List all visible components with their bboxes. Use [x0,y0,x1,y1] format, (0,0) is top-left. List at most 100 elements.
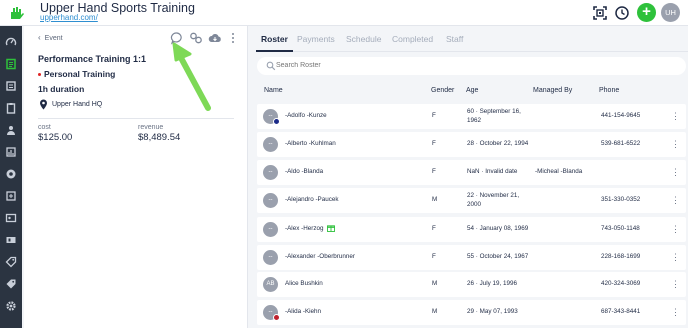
client-name: -Alida -Kiehn [285,308,322,315]
client-name: -Alejandro -Paucek [285,196,339,203]
row-more-options-icon[interactable]: ⋮ [671,225,680,234]
clock-icon[interactable] [613,4,631,22]
client-age-year: 2000 [467,201,482,208]
sidebar-item-marketing[interactable] [3,166,19,182]
tab-schedule[interactable]: Schedule [346,34,381,44]
qr-scan-icon[interactable] [591,4,609,22]
app-header: Upper Hand Sports Training upperhand.com… [0,0,688,26]
client-age-year: 1962 [467,117,482,124]
sidebar-item-group[interactable] [3,122,19,138]
event-detail-panel: ‹ Event Performance Training 1:1 Personal… [24,26,248,328]
search-icon [266,61,276,71]
table-row[interactable]: -- -Alexander -Oberbrunner F 55 · October 2… [257,245,686,270]
client-age: 26 · July 19, 1996 [467,280,518,287]
contacts-icon [5,213,17,223]
column-header-managed-by[interactable]: Managed By [533,87,572,94]
client-age: 55 · October 24, 1967 [467,253,529,260]
column-header-age[interactable]: Age [466,87,478,94]
client-name: -Adolfo -Kunze [285,112,327,119]
tab-roster[interactable]: Roster [261,34,288,44]
tab-staff[interactable]: Staff [446,34,463,44]
search-input[interactable] [276,62,656,69]
row-more-options-icon[interactable]: ⋮ [671,168,680,177]
column-header-phone[interactable]: Phone [599,87,619,94]
sidebar-item-contacts[interactable] [3,210,19,226]
sidebar-item-events[interactable] [3,78,19,94]
avatar: -- [263,137,278,152]
sidebar-item-tags[interactable] [3,276,19,292]
tab-completed[interactable]: Completed [392,34,433,44]
sidebar-item-settings[interactable] [3,298,19,314]
client-gender: F [432,253,436,260]
client-age: 22 · November 21, [467,192,520,199]
marketing-icon [6,169,16,179]
client-gender: F [432,225,436,232]
user-avatar[interactable]: UH [661,3,680,22]
table-row[interactable]: -- -Alejandro -Paucek M 22 · November 21, 20… [257,188,686,213]
client-gender: F [432,112,436,119]
divider [38,118,234,119]
row-more-options-icon[interactable]: ⋮ [671,112,680,121]
search-box[interactable] [257,57,686,75]
revenue-label: revenue [138,124,164,131]
sidebar-item-calendar[interactable] [3,56,19,72]
row-more-options-icon[interactable]: ⋮ [671,308,680,317]
tab-payments[interactable]: Payments [297,34,335,44]
dashboard-icon [5,37,17,46]
column-header-name[interactable]: Name [264,87,283,94]
events-icon [6,81,16,91]
back-link[interactable]: ‹ Event [38,33,63,42]
sidebar-item-tag[interactable] [3,254,19,270]
sidebar-item-tickets[interactable] [3,232,19,248]
sidebar-item-reports[interactable] [3,144,19,160]
column-header-gender[interactable]: Gender [431,87,454,94]
event-type-dot [38,73,41,76]
table-row[interactable]: -- -Alex -Herzog F 54 · January 08, 1969 743… [257,217,686,242]
add-button[interactable]: + [637,3,656,22]
tickets-icon [6,237,16,243]
client-age: 28 · October 22, 1994 [467,140,529,147]
client-name: -Alexander -Oberbrunner [285,253,356,260]
client-phone: 228-168-1699 [601,253,641,260]
upper-hand-logo-icon[interactable] [8,4,26,22]
sidebar-item-time[interactable] [3,188,19,204]
annotation-arrow-icon [172,42,211,111]
sidebar-item-clipboard[interactable] [3,100,19,116]
location-pin-icon [40,99,47,110]
cost-label: cost [38,124,51,131]
gift-icon[interactable] [327,224,335,232]
client-name: -Aldo -Blanda [285,168,324,175]
dot [232,41,234,43]
table-row[interactable]: -- -Aldo -Blanda F NaN · Invalid date -Miche… [257,160,686,185]
group-icon [7,126,15,135]
table-row[interactable]: AB Alice Bushkin M 26 · July 19, 1996 420-32… [257,272,686,297]
sidebar [0,26,22,328]
client-gender: M [432,196,438,203]
app-url-link[interactable]: upperhand.com/ [40,13,98,22]
table-row[interactable]: -- -Alberto -Kuhlman F 28 · October 22, 199… [257,132,686,157]
row-more-options-icon[interactable]: ⋮ [671,280,680,289]
client-phone: 539-681-6522 [601,140,641,147]
active-tab-underline [256,50,293,52]
tags-icon [6,279,16,289]
sidebar-item-dashboard[interactable] [3,34,19,50]
tag-icon [5,256,17,268]
avatar: -- [263,250,278,265]
calendar-icon [6,58,16,70]
client-name: -Alex -Herzog [285,225,324,232]
row-more-options-icon[interactable]: ⋮ [671,253,680,262]
dot [232,37,234,39]
row-more-options-icon[interactable]: ⋮ [671,140,680,149]
avatar: -- [263,222,278,237]
reports-icon [6,147,16,157]
event-title: Performance Training 1:1 [38,54,147,64]
clipboard-icon [6,103,16,114]
table-row[interactable]: -- -Adolfo -Kunze F 60 · September 16, 1962 4… [257,104,686,129]
avatar: AB [263,277,278,292]
table-row[interactable]: -- -Alida -Kiehn M 29 · May 07, 1993 687-343… [257,300,686,325]
client-age: 60 · September 16, [467,108,521,115]
event-duration: 1h duration [38,84,85,94]
more-options-icon[interactable] [231,31,235,45]
event-type: Personal Training [44,69,116,79]
row-more-options-icon[interactable]: ⋮ [671,196,680,205]
